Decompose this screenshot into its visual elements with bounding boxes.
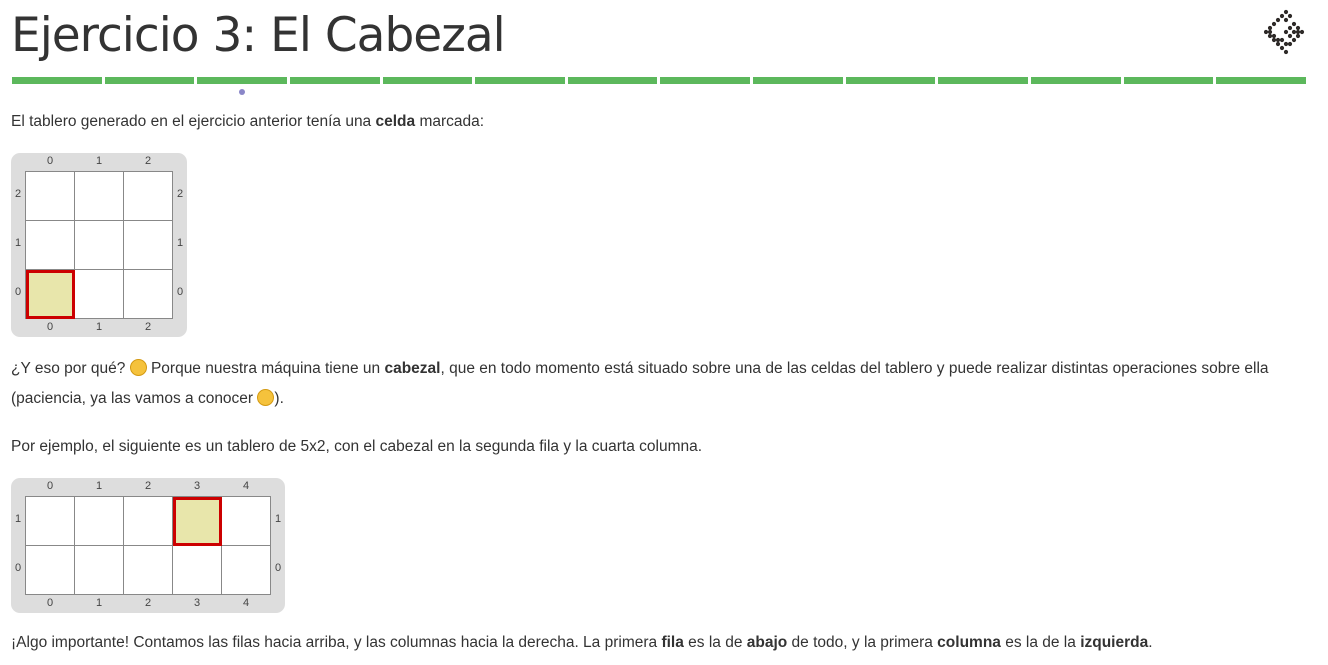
board-cell — [75, 546, 124, 595]
column-label: 4 — [242, 597, 250, 609]
progress-segment[interactable] — [382, 77, 473, 84]
row-label: 2 — [176, 188, 184, 200]
head-cell — [173, 497, 222, 546]
column-label: 2 — [144, 155, 152, 167]
column-label: 0 — [46, 480, 54, 492]
page-title: Ejercicio 3: El Cabezal — [11, 8, 506, 63]
intro-text: El tablero generado en el ejercicio ante… — [11, 113, 485, 130]
column-label: 1 — [95, 480, 103, 492]
row-label: 1 — [14, 513, 22, 525]
board-cell — [222, 546, 271, 595]
logo-icon — [1264, 9, 1305, 55]
board-cell — [75, 221, 124, 270]
board-cell — [26, 172, 75, 221]
column-label: 0 — [46, 155, 54, 167]
column-label: 2 — [144, 321, 152, 333]
row-label: 0 — [14, 286, 22, 298]
progress-segment[interactable] — [104, 77, 195, 84]
progress-segment[interactable] — [197, 77, 287, 84]
board-grid — [25, 171, 173, 319]
progress-segment[interactable] — [567, 77, 658, 84]
column-label: 2 — [144, 480, 152, 492]
explanation-text: ¿Y eso por qué? Porque nuestra máquina t… — [11, 359, 1269, 407]
board-cell — [75, 172, 124, 221]
progress-segment[interactable] — [938, 77, 1029, 84]
column-label: 3 — [193, 480, 201, 492]
row-label: 2 — [14, 188, 22, 200]
column-label: 0 — [46, 321, 54, 333]
column-label: 2 — [144, 597, 152, 609]
board-cell — [124, 270, 173, 319]
board-cell — [124, 172, 173, 221]
progress-segment[interactable] — [753, 77, 843, 84]
current-step-indicator — [239, 89, 245, 95]
thinking-face-icon — [129, 359, 147, 376]
progress-segment[interactable] — [1123, 77, 1214, 84]
column-label: 0 — [46, 597, 54, 609]
grinning-face-icon — [257, 389, 275, 406]
board-3x3: 0 0 1 1 2 2 0 0 1 1 2 2 — [11, 153, 187, 337]
board-cell — [26, 497, 75, 546]
column-label: 1 — [95, 321, 103, 333]
head-cell — [26, 270, 75, 319]
row-label: 1 — [274, 513, 282, 525]
column-label: 3 — [193, 597, 201, 609]
progress-segment[interactable] — [845, 77, 936, 84]
board-5x2: 0 0 1 1 2 2 3 3 4 4 0 0 1 1 — [11, 478, 285, 613]
row-label: 0 — [14, 562, 22, 574]
board-cell — [124, 221, 173, 270]
column-label: 1 — [95, 597, 103, 609]
progress-segment[interactable] — [1216, 77, 1306, 84]
column-label: 4 — [242, 480, 250, 492]
progress-segment[interactable] — [660, 77, 751, 84]
row-label: 1 — [14, 237, 22, 249]
column-label: 1 — [95, 155, 103, 167]
board-cell — [75, 497, 124, 546]
progress-segment[interactable] — [12, 77, 102, 84]
board-cell — [222, 497, 271, 546]
progress-segment[interactable] — [289, 77, 380, 84]
board-cell — [75, 270, 124, 319]
progress-segment[interactable] — [475, 77, 565, 84]
example-text: Por ejemplo, el siguiente es un tablero … — [11, 438, 703, 455]
row-label: 0 — [274, 562, 282, 574]
board-cell — [124, 546, 173, 595]
progress-segment[interactable] — [1031, 77, 1121, 84]
board-cell — [26, 546, 75, 595]
board-cell — [124, 497, 173, 546]
important-text: ¡Algo importante! Contamos las filas hac… — [11, 634, 1153, 651]
row-label: 0 — [176, 286, 184, 298]
board-cell — [26, 221, 75, 270]
board-grid — [25, 496, 271, 595]
row-label: 1 — [176, 237, 184, 249]
board-cell — [173, 546, 222, 595]
progress-bar — [12, 77, 1306, 84]
